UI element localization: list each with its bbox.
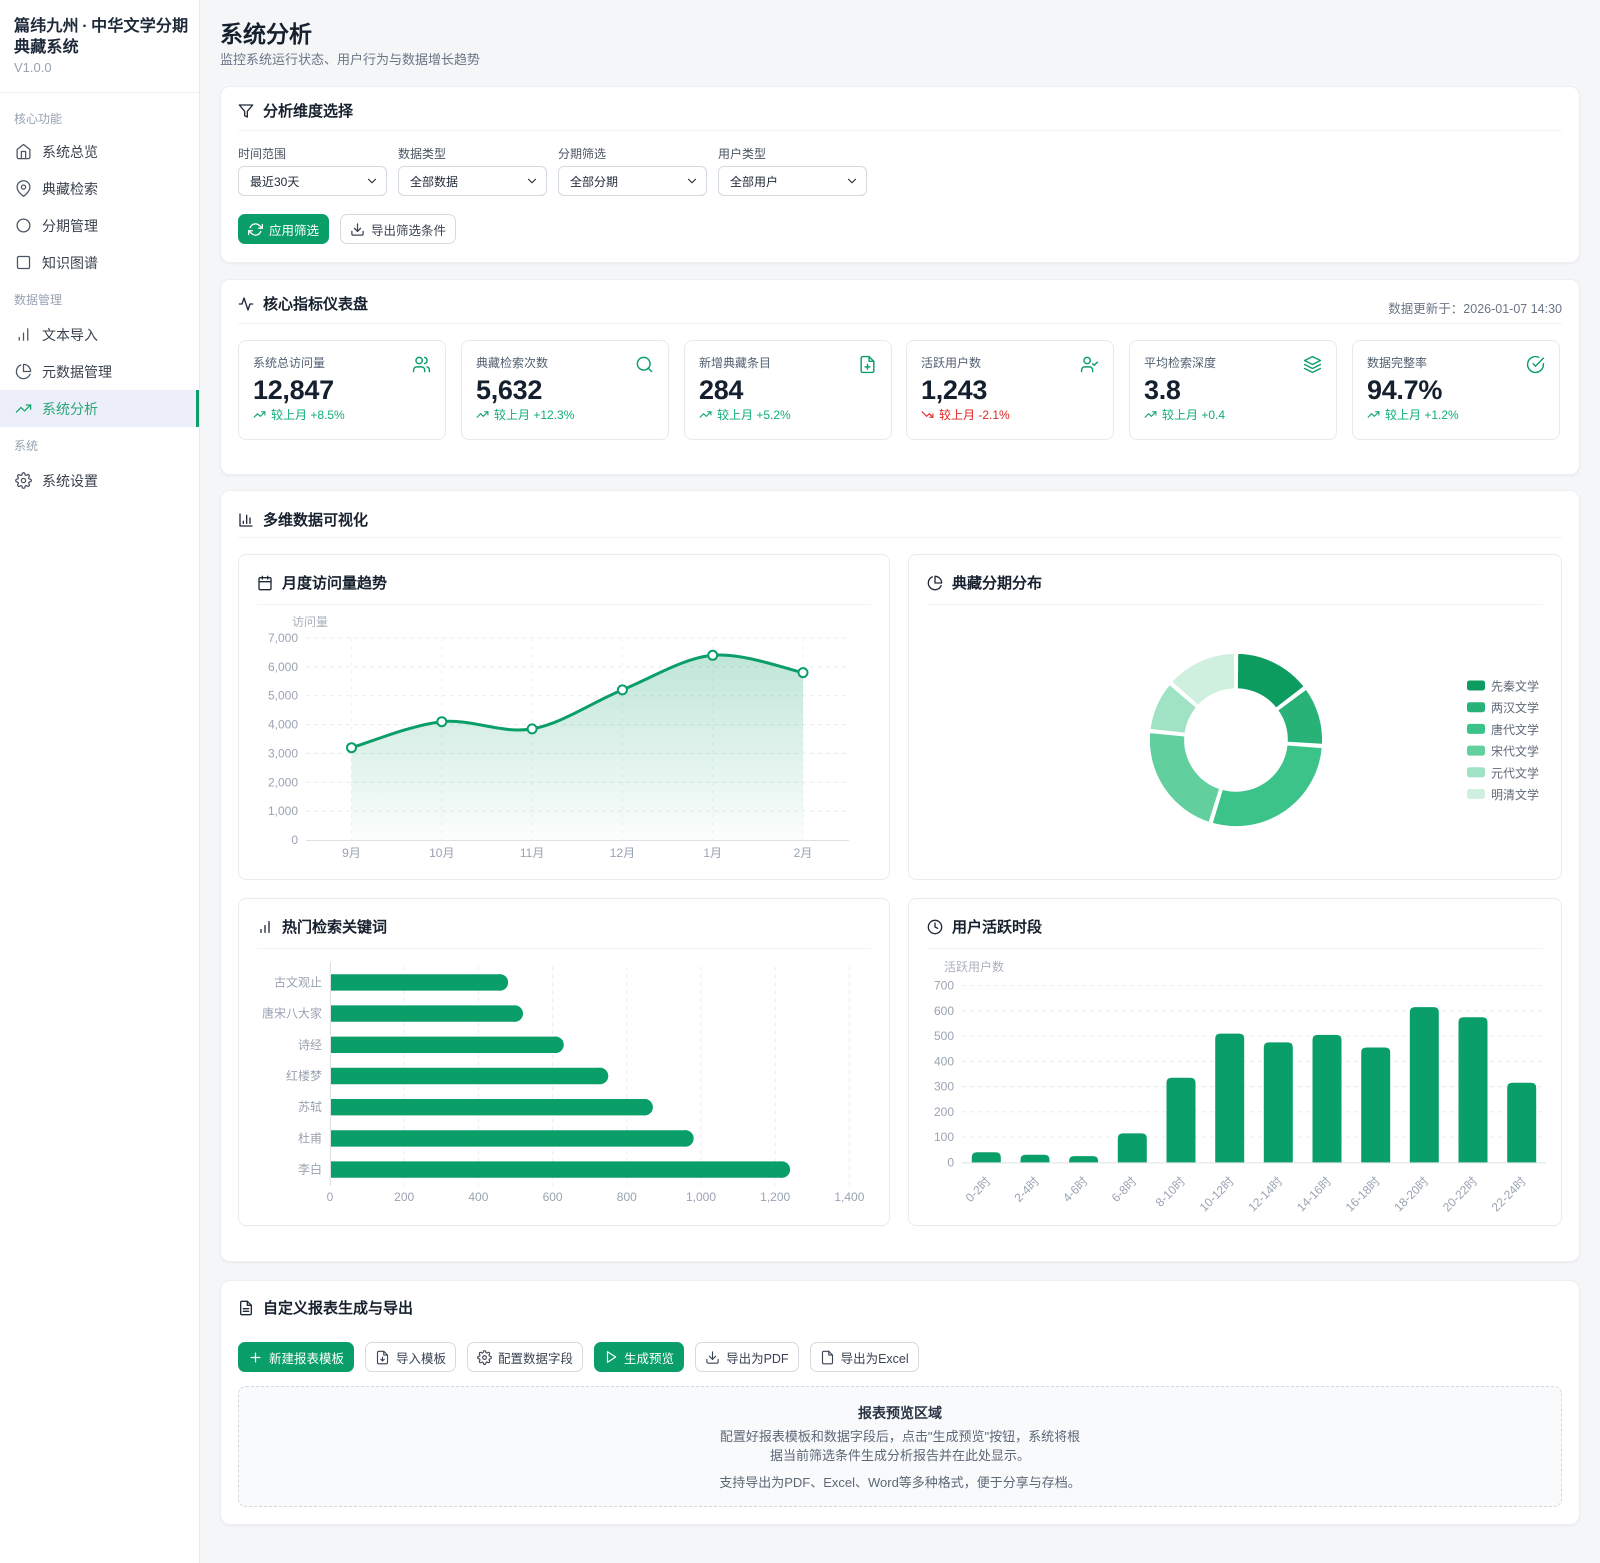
svg-text:2,000: 2,000 xyxy=(268,775,298,789)
svg-text:杜甫: 杜甫 xyxy=(298,1130,322,1145)
svg-text:0-2时: 0-2时 xyxy=(963,1174,994,1205)
svg-text:李白: 李白 xyxy=(298,1162,322,1177)
svg-text:2月: 2月 xyxy=(794,846,813,860)
svg-text:400: 400 xyxy=(468,1190,488,1204)
svg-text:700: 700 xyxy=(934,979,954,993)
svg-text:2-4时: 2-4时 xyxy=(1011,1174,1042,1205)
svg-text:18-20时: 18-20时 xyxy=(1391,1174,1431,1214)
svg-text:两汉文学: 两汉文学 xyxy=(1491,700,1539,715)
svg-text:1,000: 1,000 xyxy=(686,1190,716,1204)
svg-text:22-24时: 22-24时 xyxy=(1489,1174,1529,1214)
svg-text:1,400: 1,400 xyxy=(834,1190,864,1204)
svg-text:元代文学: 元代文学 xyxy=(1491,765,1539,780)
svg-text:300: 300 xyxy=(934,1080,954,1094)
svg-text:100: 100 xyxy=(934,1130,954,1144)
svg-text:20-22时: 20-22时 xyxy=(1440,1174,1480,1214)
svg-text:14-16时: 14-16时 xyxy=(1294,1174,1334,1214)
svg-text:10月: 10月 xyxy=(429,846,454,860)
svg-text:6-8时: 6-8时 xyxy=(1109,1174,1140,1205)
svg-text:6,000: 6,000 xyxy=(268,660,298,674)
svg-text:12月: 12月 xyxy=(610,846,635,860)
svg-text:苏轼: 苏轼 xyxy=(298,1099,322,1114)
svg-text:5,000: 5,000 xyxy=(268,689,298,703)
svg-text:200: 200 xyxy=(934,1105,954,1119)
svg-text:4,000: 4,000 xyxy=(268,718,298,732)
svg-text:8-10时: 8-10时 xyxy=(1153,1174,1188,1209)
svg-text:600: 600 xyxy=(543,1190,563,1204)
svg-text:500: 500 xyxy=(934,1029,954,1043)
svg-text:先秦文学: 先秦文学 xyxy=(1491,679,1539,694)
svg-text:红楼梦: 红楼梦 xyxy=(286,1068,322,1083)
svg-text:宋代文学: 宋代文学 xyxy=(1491,744,1539,759)
svg-text:9月: 9月 xyxy=(342,846,361,860)
svg-text:0: 0 xyxy=(947,1155,954,1169)
svg-text:200: 200 xyxy=(394,1190,414,1204)
svg-text:12-14时: 12-14时 xyxy=(1245,1174,1285,1214)
svg-text:1月: 1月 xyxy=(703,846,722,860)
svg-text:访问量: 访问量 xyxy=(292,615,328,629)
svg-text:0: 0 xyxy=(327,1190,334,1204)
svg-text:7,000: 7,000 xyxy=(268,631,298,645)
svg-text:10-12时: 10-12时 xyxy=(1197,1174,1237,1214)
svg-text:1,000: 1,000 xyxy=(268,804,298,818)
svg-text:诗经: 诗经 xyxy=(298,1038,322,1052)
svg-text:3,000: 3,000 xyxy=(268,746,298,760)
svg-text:4-6时: 4-6时 xyxy=(1060,1174,1091,1205)
svg-text:唐宋八大家: 唐宋八大家 xyxy=(262,1006,322,1021)
svg-text:明清文学: 明清文学 xyxy=(1491,787,1539,802)
svg-text:600: 600 xyxy=(934,1004,954,1018)
svg-text:400: 400 xyxy=(934,1054,954,1068)
svg-text:800: 800 xyxy=(617,1190,637,1204)
svg-text:唐代文学: 唐代文学 xyxy=(1491,722,1539,737)
svg-text:11月: 11月 xyxy=(520,846,544,860)
svg-text:古文观止: 古文观止 xyxy=(274,974,322,989)
svg-text:活跃用户数: 活跃用户数 xyxy=(944,959,1004,974)
svg-text:1,200: 1,200 xyxy=(760,1190,790,1204)
svg-text:16-18时: 16-18时 xyxy=(1343,1174,1383,1214)
svg-text:0: 0 xyxy=(291,833,298,847)
